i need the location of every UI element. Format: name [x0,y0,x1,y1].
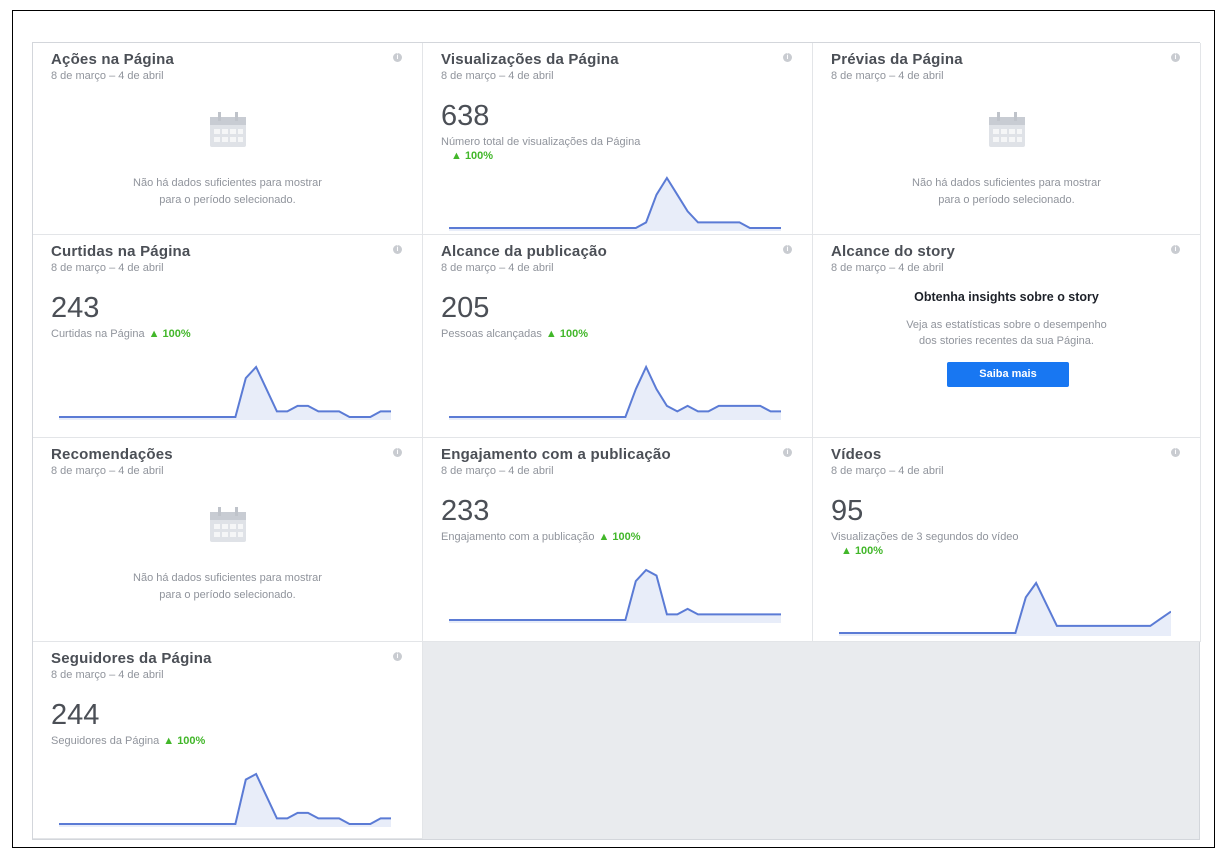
card-title: Prévias da Página [831,51,963,68]
card-title: Alcance da publicação [441,243,607,260]
metric-value: 244 [51,699,100,731]
card-date-range: 8 de março – 4 de abril [441,465,554,477]
sparkline-line [59,365,391,418]
card-previas-da-pagina[interactable]: Prévias da Página 8 de março – 4 de abri… [813,43,1201,235]
card-engajamento-com-a-publicacao[interactable]: Engajamento com a publicação 8 de março … [423,438,813,642]
info-icon[interactable]: i [783,245,792,254]
metric-value: 95 [831,495,864,527]
card-date-range: 8 de março – 4 de abril [831,465,944,477]
info-icon[interactable]: i [1171,53,1180,62]
metric-value: 233 [441,495,490,527]
metric-label: Visualizações de 3 segundos do vídeo [831,531,1019,543]
card-title: Engajamento com a publicação [441,446,671,463]
info-icon[interactable]: i [783,53,792,62]
sparkline-area [839,583,1171,636]
info-icon[interactable]: i [393,448,402,457]
sparkline-chart [59,772,391,827]
card-visualizacoes-da-pagina[interactable]: Visualizações da Página 8 de março – 4 d… [423,43,813,235]
calendar-icon [209,507,246,542]
card-date-range: 8 de março – 4 de abril [51,262,164,274]
card-title: Recomendações [51,446,173,463]
card-title: Alcance do story [831,243,956,260]
metric-label: Curtidas na Página ▲ 100% [51,328,191,340]
card-alcance-da-publicacao[interactable]: Alcance da publicação 8 de março – 4 de … [423,235,813,438]
empty-state-text: Não há dados suficientes para mostrar par… [133,572,322,601]
card-alcance-do-story[interactable]: Alcance do story 8 de março – 4 de abril… [813,235,1201,438]
sparkline-chart [449,568,781,623]
card-title: Visualizações da Página [441,51,619,68]
metric-value: 638 [441,100,490,132]
sparkline-chart [59,365,391,420]
metric-label: Pessoas alcançadas ▲ 100% [441,328,588,340]
metric-delta: ▲ 100% [148,328,191,340]
sparkline-line [59,772,391,825]
card-title: Ações na Página [51,51,175,68]
sparkline-chart [449,176,781,231]
card-acoes-na-pagina[interactable]: Ações na Página 8 de março – 4 de abril … [33,43,423,235]
card-title: Vídeos [831,446,882,463]
info-icon[interactable]: i [1171,245,1180,254]
card-date-range: 8 de março – 4 de abril [831,262,944,274]
card-date-range: 8 de março – 4 de abril [51,669,164,681]
info-icon[interactable]: i [393,245,402,254]
empty-state-text: Não há dados suficientes para mostrar par… [912,177,1101,206]
card-recomendacoes[interactable]: Recomendações 8 de março – 4 de abril i … [33,438,423,642]
metric-delta: ▲ 100% [598,531,641,543]
card-date-range: 8 de março – 4 de abril [441,262,554,274]
metric-delta: ▲ 100% [163,735,206,747]
insights-dashboard: Ações na Página 8 de março – 4 de abril … [32,42,1201,840]
card-title: Curtidas na Página [51,243,191,260]
card-date-range: 8 de março – 4 de abril [441,70,554,82]
sparkline-line [839,581,1171,634]
metric-label: Seguidores da Página ▲ 100% [51,735,206,747]
card-title: Seguidores da Página [51,650,212,667]
card-curtidas-na-pagina[interactable]: Curtidas na Página 8 de março – 4 de abr… [33,235,423,438]
calendar-icon [988,112,1025,147]
info-icon[interactable]: i [783,448,792,457]
card-date-range: 8 de março – 4 de abril [51,465,164,477]
metric-delta: ▲ 100% [451,150,494,162]
sparkline-chart [839,581,1171,636]
card-videos[interactable]: Vídeos 8 de março – 4 de abril i 95 Visu… [813,438,1201,642]
empty-state-text: Não há dados suficientes para mostrar par… [133,177,322,206]
metric-value: 205 [441,292,490,324]
metric-label: Número total de visualizações da Página [441,136,641,148]
story-insights-heading: Obtenha insights sobre o story [914,290,1099,304]
card-date-range: 8 de março – 4 de abril [51,70,164,82]
metric-value: 243 [51,292,100,324]
card-seguidores-da-pagina[interactable]: Seguidores da Página 8 de março – 4 de a… [33,642,423,839]
info-icon[interactable]: i [1171,448,1180,457]
story-insights-text: Veja as estatísticas sobre o desempenho d… [906,319,1107,347]
learn-more-button[interactable]: Saiba mais [947,362,1069,387]
sparkline-line [449,568,781,621]
sparkline-chart [449,364,781,420]
card-date-range: 8 de março – 4 de abril [831,70,944,82]
sparkline-area [449,367,781,420]
metric-label: Engajamento com a publicação ▲ 100% [441,531,641,543]
metric-delta: ▲ 100% [545,328,588,340]
info-icon[interactable]: i [393,652,402,661]
sparkline-line [449,176,781,229]
calendar-icon [209,112,246,147]
info-icon[interactable]: i [393,53,402,62]
metric-delta: ▲ 100% [841,545,884,557]
